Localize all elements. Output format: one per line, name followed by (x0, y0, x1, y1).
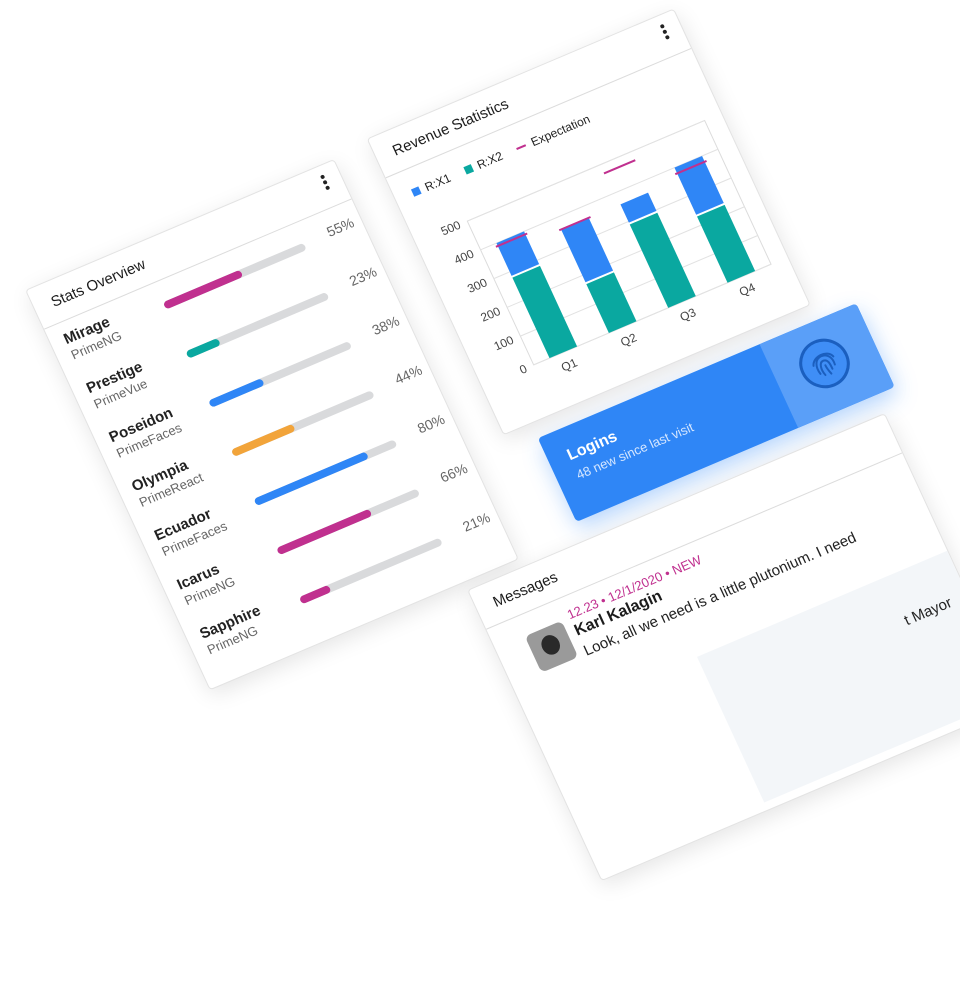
avatar (524, 620, 579, 673)
bar-rx2-q4 (697, 204, 756, 283)
more-options-icon[interactable] (319, 173, 333, 194)
y-tick-label: 400 (452, 246, 477, 267)
bar-rx1-q2 (561, 217, 614, 283)
x-tick-label: Q3 (678, 305, 699, 324)
bar-rx2-q1 (512, 265, 578, 359)
progress-percent: 80% (414, 410, 448, 437)
progress-percent: 21% (460, 509, 493, 535)
y-tick-label: 300 (465, 275, 490, 296)
legend-item[interactable]: R:X1 (410, 171, 453, 200)
progress-fill (208, 377, 265, 408)
legend-label: Expectation (528, 111, 593, 150)
new-badge: NEW (669, 552, 704, 578)
more-options-icon[interactable] (658, 22, 672, 43)
legend-square-swatch (410, 186, 422, 197)
legend-item[interactable]: R:X2 (462, 149, 505, 178)
progress-percent: 38% (369, 312, 402, 339)
progress-percent: 23% (346, 263, 380, 289)
y-tick-label: 0 (517, 362, 529, 377)
y-tick-label: 200 (478, 304, 503, 325)
bar-rx2-q3 (629, 212, 696, 308)
y-tick-label: 500 (439, 218, 464, 239)
revenue-card-title: Revenue Statistics (389, 95, 512, 160)
legend-line-swatch (516, 144, 527, 150)
message-text: t Mayor (901, 594, 955, 630)
messages-card-title: Messages (490, 568, 561, 611)
progress-percent: 44% (392, 361, 425, 388)
progress-fill (230, 423, 297, 458)
legend-label: R:X1 (422, 170, 453, 195)
x-tick-label: Q2 (618, 330, 639, 349)
bar-rx2-q2 (586, 272, 637, 333)
progress-fill (185, 337, 222, 359)
progress-percent: 66% (437, 460, 470, 486)
progress-fill (162, 269, 244, 310)
expectation-marker-q3 (603, 159, 636, 175)
gridline (467, 120, 705, 222)
fingerprint-icon (791, 330, 858, 396)
progress-percent: 55% (324, 214, 357, 240)
x-tick-label: Q4 (737, 280, 758, 299)
x-tick-label: Q1 (559, 355, 580, 374)
messages-card: Messages t Mayor 12.23 • 12/1/2020 • NEW… (467, 412, 960, 882)
legend-label: R:X2 (474, 148, 506, 172)
legend-square-swatch (463, 164, 474, 175)
progress-fill (298, 584, 332, 605)
y-tick-label: 100 (492, 333, 517, 354)
logins-icon-panel (759, 303, 895, 428)
